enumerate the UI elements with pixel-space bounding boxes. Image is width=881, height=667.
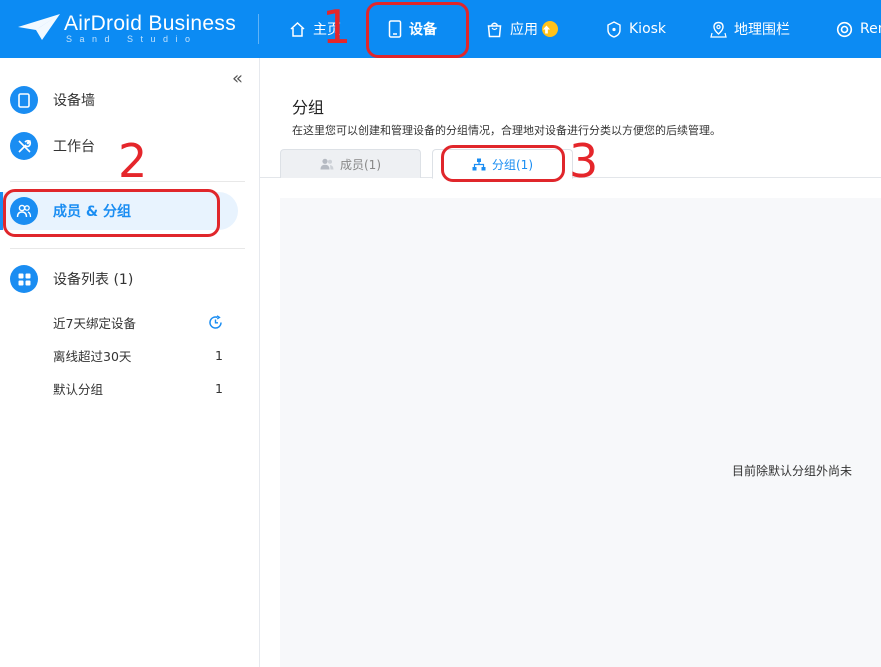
page-title: 分组 — [292, 98, 325, 117]
shopping-bag-icon — [487, 22, 502, 37]
nav-geofence[interactable]: 地理围栏 — [710, 0, 790, 58]
sidebar-item-device-list[interactable]: 设备列表 (1) — [10, 265, 133, 293]
subitem-count: 1 — [215, 347, 223, 363]
collapse-sidebar-icon[interactable]: « — [232, 68, 243, 89]
nav-remote-label: Rem — [860, 21, 881, 37]
home-icon — [290, 21, 305, 37]
sidebar-item-device-wall[interactable]: 设备墙 — [10, 86, 95, 114]
groups-content-area — [280, 198, 881, 667]
user-icon — [320, 158, 334, 170]
sidebar-divider — [10, 248, 245, 249]
tablet-icon — [10, 86, 38, 114]
tab-members[interactable]: 成员(1) — [280, 149, 421, 178]
lifebuoy-icon — [836, 21, 853, 37]
brand-subtitle: Sand Studio — [66, 34, 198, 44]
map-pin-icon — [710, 21, 727, 38]
nav-remote[interactable]: Rem — [836, 0, 881, 58]
tab-members-label: 成员(1) — [340, 157, 381, 172]
sidebar-item-label: 设备墙 — [53, 93, 95, 109]
brand-logo[interactable]: AirDroid Business Sand Studio — [18, 10, 238, 50]
sidebar-item-workbench[interactable]: 工作台 — [10, 132, 95, 160]
sidebar-subitem-offline-30d[interactable]: 离线超过30天 1 — [53, 345, 223, 365]
refresh-clock-icon[interactable] — [208, 314, 223, 330]
annotation-number-3: 3 — [569, 134, 599, 188]
subitem-label: 离线超过30天 — [53, 348, 132, 364]
annotation-box-members-groups — [3, 189, 220, 237]
annotation-number-2: 2 — [118, 134, 148, 188]
nav-geofence-label: 地理围栏 — [734, 22, 790, 38]
nav-kiosk[interactable]: Kiosk — [606, 0, 666, 58]
header-divider — [258, 14, 259, 44]
grid-icon — [10, 265, 38, 293]
subitem-label: 默认分组 — [53, 381, 104, 397]
nav-apps[interactable]: 应用 — [486, 0, 558, 58]
nav-kiosk-label: Kiosk — [629, 21, 667, 37]
upgrade-arrow-icon — [542, 21, 558, 37]
page-description: 在这里您可以创建和管理设备的分组情况，合理地对设备进行分类以方便您的后续管理。 — [292, 124, 721, 137]
annotation-number-1: 1 — [322, 0, 352, 54]
nav-apps-label: 应用 — [510, 22, 538, 38]
sidebar-item-label: 工作台 — [53, 139, 95, 155]
subitem-count: 1 — [215, 380, 223, 396]
sidebar-subitem-recent-bound[interactable]: 近7天绑定设备 — [53, 312, 223, 332]
annotation-box-groups-tab — [441, 145, 565, 182]
kiosk-lock-icon — [607, 20, 621, 38]
empty-state-text: 目前除默认分组外尚未 — [732, 464, 853, 478]
brand-name: AirDroid Business — [64, 12, 236, 35]
paper-plane-logo-icon — [18, 14, 60, 40]
sidebar-item-label: 设备列表 (1) — [53, 272, 134, 288]
tools-icon — [10, 132, 38, 160]
sidebar-subitem-default-group[interactable]: 默认分组 1 — [53, 378, 223, 398]
subitem-label: 近7天绑定设备 — [53, 315, 136, 331]
annotation-box-devices-nav — [366, 2, 469, 58]
